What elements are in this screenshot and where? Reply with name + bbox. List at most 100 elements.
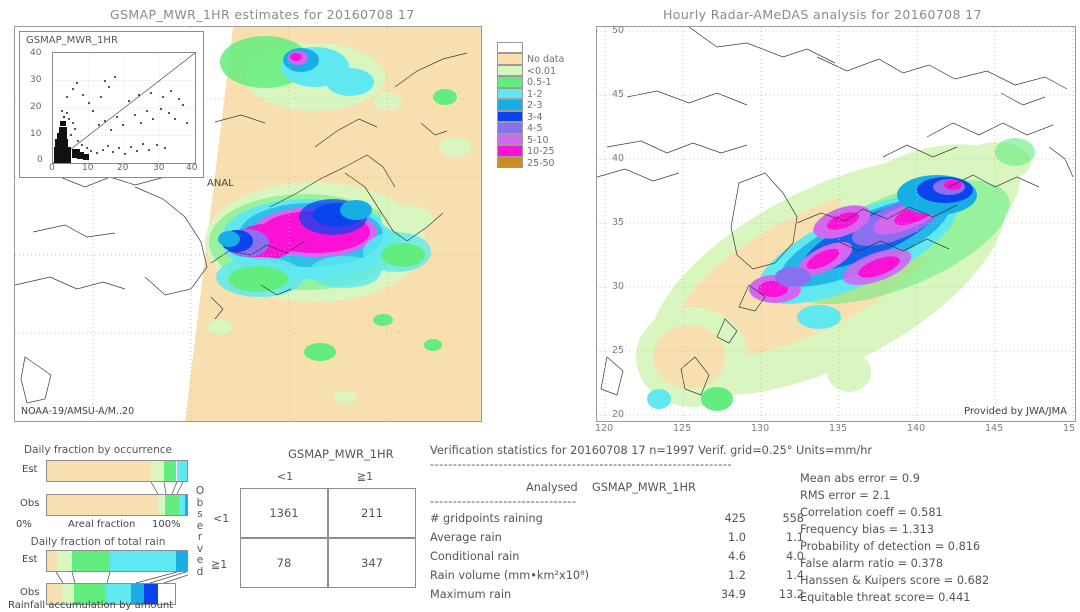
contingency-col-header-ge1: ≧1 — [356, 470, 374, 483]
stats-col-analysed: Analysed — [526, 481, 578, 494]
totalrain-axis-bottom: Rainfall accumulation by amount — [8, 600, 174, 611]
colorbar-swatch-5 — [497, 110, 523, 122]
colorbar-swatch-1 — [497, 64, 523, 76]
stats-row-analysed-3: 1.2 — [728, 569, 746, 582]
lat-tick-25: 25 — [612, 345, 625, 356]
stats-row-analysed-0: 425 — [724, 512, 746, 525]
totalrain-row-label-est: Est — [22, 554, 38, 565]
stats-row-label-2: Conditional rain — [430, 550, 520, 563]
totalrain-row-label-obs: Obs — [20, 587, 40, 598]
contingency-row-header-lt1: <1 — [213, 512, 230, 525]
bar-segment-2 — [164, 495, 180, 515]
lat-tick-35: 35 — [612, 217, 625, 228]
scatter-inset[interactable]: GSMAP_MWR_1HR 40 30 20 10 0 0 10 20 30 4… — [19, 31, 204, 178]
contingency-cell-hits: 347 — [361, 556, 383, 570]
colorbar-label-0: No data — [527, 54, 565, 65]
lon-tick-125: 125 — [673, 423, 692, 434]
bar-segment-1 — [150, 461, 164, 481]
occurrence-axis-center: Areal fraction — [68, 519, 136, 530]
colorbar-label-1: <0.01 — [527, 65, 557, 77]
occurrence-linkage-lines — [150, 481, 184, 495]
lat-tick-50: 50 — [612, 25, 625, 36]
score-line-5: False alarm ratio = 0.378 — [800, 557, 944, 570]
right-map-graphics — [597, 27, 1075, 421]
left-map-title: GSMAP_MWR_1HR estimates for 20160708 17 — [110, 7, 415, 22]
lon-tick-135: 135 — [829, 423, 848, 434]
colorbar-label-7: 5-10 — [527, 134, 549, 146]
colorbar-swatch-3 — [497, 87, 523, 99]
lon-tick-145: 145 — [985, 423, 1004, 434]
lat-tick-40: 40 — [612, 153, 625, 164]
bar-segment-2 — [163, 461, 177, 481]
stats-row-model-1: 1.1 — [786, 531, 804, 544]
rain-rate-colorbar: No data <0.01 0.5-1 1-2 2-3 3-4 4-5 5-10 10-25 25… — [497, 42, 575, 182]
stats-row-model-4: 13.2 — [778, 588, 804, 601]
score-line-2: Correlation coeff = 0.581 — [800, 506, 943, 519]
lon-tick-120: 120 — [595, 423, 614, 434]
lon-tick-130: 130 — [751, 423, 770, 434]
lat-tick-30: 30 — [612, 281, 625, 292]
bar-segment-0 — [47, 495, 158, 515]
stats-row-label-3: Rain volume (mm•km²x10⁸) — [430, 569, 590, 582]
colorbar-swatch-8 — [497, 145, 523, 157]
bar-segment-0 — [47, 551, 57, 571]
scatter-xaxis-label: ANAL — [207, 178, 234, 189]
bar-segment-1 — [56, 551, 73, 571]
right-map-title: Hourly Radar-AMeDAS analysis for 2016070… — [663, 7, 982, 22]
scatter-ytick-0: 0 — [37, 155, 43, 165]
stats-row-analysed-1: 1.0 — [728, 531, 746, 544]
right-map-attribution: Provided by JWA/JMA — [964, 406, 1067, 417]
colorbar-swatch-4 — [497, 99, 523, 111]
totalrain-chart-title: Daily fraction of total rain — [30, 536, 166, 548]
score-line-0: Mean abs error = 0.9 — [800, 472, 920, 485]
observed-letters: Observed — [195, 485, 205, 578]
left-map-attribution: NOAA-19/AMSU-A/M..20 — [21, 406, 135, 417]
scatter-xtick-30: 30 — [153, 163, 165, 173]
stats-row-model-2: 4.0 — [786, 550, 804, 563]
occurrence-chart-title: Daily fraction by occurrence — [24, 444, 172, 456]
colorbar-label-6: 4-5 — [527, 123, 543, 134]
stats-header: Verification statistics for 20160708 17 … — [430, 444, 873, 457]
scatter-graphics — [52, 52, 196, 164]
stats-rule: ----------------------------------------… — [430, 458, 733, 471]
bar-segment-3 — [176, 461, 187, 481]
bar-segment-4 — [184, 495, 187, 515]
score-line-1: RMS error = 2.1 — [800, 489, 891, 502]
colorbar-swatch-7 — [497, 133, 523, 145]
colorbar-label-9: 25-50 — [527, 157, 555, 169]
stats-row-label-1: Average rain — [430, 531, 502, 544]
occurrence-axis-left: 0% — [16, 519, 32, 530]
scatter-ytick-20: 20 — [30, 102, 42, 112]
occurrence-axis-right: 100% — [152, 519, 181, 530]
contingency-row-header-ge1: ≧1 — [211, 558, 228, 571]
colorbar-swatch-0 — [497, 53, 523, 65]
colorbar-swatch-empty — [497, 42, 523, 53]
contingency-title: GSMAP_MWR_1HR — [288, 447, 394, 461]
colorbar-swatch-6 — [497, 122, 523, 134]
radar-amedas-map[interactable]: Provided by JWA/JMA — [596, 26, 1076, 422]
scatter-ytick-40: 40 — [30, 48, 42, 58]
colorbar-label-8: 10-25 — [527, 146, 555, 157]
score-line-4: Probability of detection = 0.816 — [800, 540, 981, 553]
colorbar-label-5: 3-4 — [527, 111, 543, 123]
bar-segment-4 — [175, 551, 187, 571]
stats-row-analysed-2: 4.6 — [728, 550, 746, 563]
colorbar-swatch-2 — [497, 76, 523, 88]
contingency-cell-false-alarms: 211 — [361, 506, 383, 520]
scatter-ytick-10: 10 — [30, 129, 42, 139]
stats-col-model: GSMAP_MWR_1HR — [592, 481, 696, 494]
scatter-xtick-0: 0 — [49, 163, 55, 173]
occurrence-bar-obs[interactable] — [46, 494, 188, 516]
totalrain-bar-est[interactable] — [46, 550, 188, 572]
stats-subrule: -------------------------------- — [430, 495, 577, 508]
lon-tick-140: 140 — [907, 423, 926, 434]
contingency-col-header-lt1: <1 — [276, 470, 294, 483]
bar-segment-3 — [110, 551, 176, 571]
score-line-7: Equitable threat score= 0.441 — [800, 591, 971, 604]
stats-row-model-3: 1.4 — [786, 569, 804, 582]
occurrence-bar-est[interactable] — [46, 460, 188, 482]
colorbar-label-2: 0.5-1 — [527, 77, 552, 88]
bar-segment-1 — [157, 495, 165, 515]
gsmap-estimate-map[interactable]: GSMAP_MWR_1HR 40 30 20 10 0 0 10 20 30 4… — [14, 26, 482, 422]
stats-row-label-0: # gridpoints raining — [430, 512, 543, 525]
